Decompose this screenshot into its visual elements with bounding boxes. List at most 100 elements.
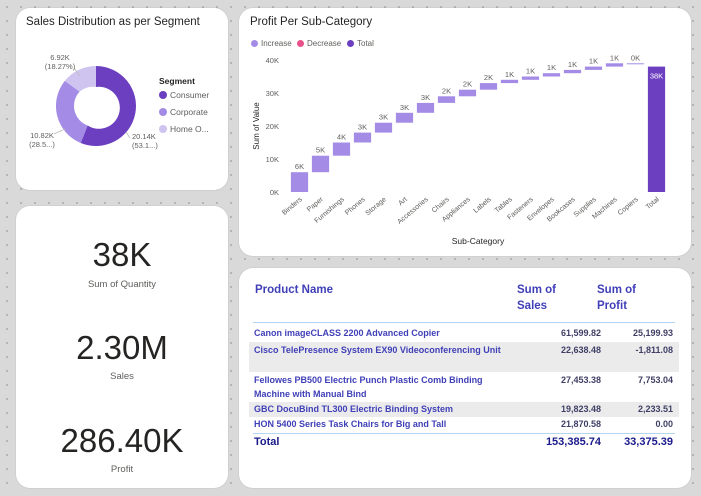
- legend-item-corporate[interactable]: Corporate: [159, 107, 208, 117]
- table-row[interactable]: Canon imageCLASS 2200 Advanced Copier 61…: [249, 325, 679, 341]
- legend-item-home-office[interactable]: Home O...: [159, 124, 209, 134]
- bar-data-label: 4K: [337, 133, 346, 142]
- sales-cell: 19,823.48: [560, 404, 601, 414]
- header-divider: [253, 322, 675, 323]
- product-name-cell: Cisco TelePresence System EX90 Videoconf…: [254, 345, 501, 355]
- legend-item-consumer[interactable]: Consumer: [159, 90, 209, 100]
- legend-label: Home O...: [170, 124, 209, 134]
- sales-cell: 61,599.82: [560, 328, 601, 338]
- corporate-dot-icon: [159, 108, 167, 116]
- bar-data-label: 1K: [505, 70, 514, 79]
- leader-line-consumer: [125, 131, 131, 139]
- bar-data-label: 3K: [400, 103, 409, 112]
- y-tick-label: 10K: [266, 155, 279, 164]
- donut-slice-corporate[interactable]: [55, 80, 88, 143]
- column-header-product[interactable]: Product Name: [255, 282, 333, 298]
- x-tick-label: Phones: [344, 196, 367, 217]
- x-tick-label: Binders: [281, 196, 304, 217]
- product-name-cell: GBC DocuBind TL300 Electric Binding Syst…: [254, 404, 454, 414]
- waterfall-bar[interactable]: [647, 66, 666, 192]
- waterfall-bar[interactable]: [584, 66, 603, 70]
- bar-data-label: 2K: [442, 86, 451, 95]
- waterfall-bar[interactable]: [479, 83, 498, 90]
- slice-label-corporate-pct: (28.5...): [29, 140, 55, 149]
- segment-legend-title: Segment: [159, 76, 195, 86]
- bar-data-label: 0K: [631, 53, 640, 62]
- waterfall-bar[interactable]: [332, 142, 351, 156]
- bar-data-label: 3K: [358, 123, 367, 132]
- sales-kpi-value: 2.30M: [76, 329, 168, 366]
- slice-label-home-pct: (18.27%): [45, 62, 76, 71]
- bar-data-label: 2K: [484, 73, 493, 82]
- slice-label-corporate-value: 10.82K: [30, 131, 54, 140]
- y-tick-label: 30K: [266, 89, 279, 98]
- bar-data-label: 1K: [589, 57, 598, 66]
- total-profit: 33,375.39: [624, 436, 673, 448]
- bar-data-label: 1K: [568, 60, 577, 69]
- home-office-dot-icon: [159, 125, 167, 133]
- quantity-kpi-value: 38K: [92, 236, 152, 273]
- bar-data-label: 1K: [610, 53, 619, 62]
- waterfall-bar[interactable]: [290, 172, 309, 192]
- sales-cell: 27,453.38: [560, 375, 601, 385]
- x-tick-label: Copiers: [617, 196, 640, 217]
- table-row[interactable]: GBC DocuBind TL300 Electric Binding Syst…: [249, 402, 679, 417]
- leader-line-corporate: [53, 128, 66, 135]
- table-row[interactable]: Cisco TelePresence System EX90 Videoconf…: [249, 342, 679, 372]
- x-tick-label: Art: [397, 196, 408, 207]
- product-name-cell: HON 5400 Series Task Chairs for Big and …: [254, 419, 447, 429]
- column-header-sales[interactable]: Sum of Sales: [517, 282, 577, 314]
- waterfall-bar[interactable]: [563, 69, 582, 74]
- table-row[interactable]: HON 5400 Series Task Chairs for Big and …: [249, 417, 679, 432]
- profit-kpi-label: Profit: [110, 464, 134, 475]
- profit-cell: 7,753.04: [637, 375, 673, 385]
- waterfall-bar[interactable]: [416, 102, 435, 113]
- profit-cell: 0.00: [655, 419, 673, 429]
- kpi-card: 38K Sum of Quantity 2.30M Sales 286.40K …: [16, 206, 228, 488]
- waterfall-bar[interactable]: [542, 73, 561, 77]
- bar-data-label: 3K: [379, 113, 388, 122]
- bar-data-label: 5K: [316, 146, 325, 155]
- waterfall-bar[interactable]: [500, 79, 519, 84]
- waterfall-bar[interactable]: [605, 63, 624, 67]
- slice-label-consumer-pct: (53.1...): [132, 141, 158, 150]
- product-table-card[interactable]: Product Name Sum of Sales Sum of Profit …: [239, 268, 691, 488]
- y-tick-label: 20K: [266, 122, 279, 131]
- profit-per-subcategory-card[interactable]: Profit Per Sub-Category Increase Decreas…: [239, 8, 691, 256]
- profit-cell: 25,199.93: [632, 328, 673, 338]
- slice-label-consumer-value: 20.14K: [132, 132, 156, 141]
- bar-data-label: 6K: [295, 162, 304, 171]
- y-tick-label: 0K: [270, 188, 279, 197]
- bar-data-label: 1K: [526, 67, 535, 76]
- waterfall-bar[interactable]: [626, 63, 645, 65]
- waterfall-bar[interactable]: [374, 122, 393, 133]
- total-sales: 153,385.74: [545, 436, 601, 448]
- waterfall-bar[interactable]: [395, 112, 414, 123]
- product-name-cell: Canon imageCLASS 2200 Advanced Copier: [254, 328, 440, 338]
- profit-kpi-value: 286.40K: [60, 422, 184, 459]
- waterfall-chart: 0K 10K 20K 30K 40K Sum of Value Sub-Category 6K…: [252, 53, 666, 246]
- x-tick-label: Total: [645, 196, 661, 211]
- waterfall-bar[interactable]: [311, 155, 330, 173]
- waterfall-bar[interactable]: [353, 132, 372, 143]
- waterfall-bar[interactable]: [437, 96, 456, 103]
- bar-data-label: 38K: [650, 72, 663, 81]
- profit-cell: -1,811.08: [635, 345, 673, 355]
- sales-distribution-card[interactable]: Sales Distribution as per Segment 6.92K …: [16, 8, 228, 190]
- sales-kpi-label: Sales: [110, 371, 134, 382]
- x-tick-label: Labels: [472, 196, 493, 215]
- legend-label: Corporate: [170, 107, 208, 117]
- consumer-dot-icon: [159, 91, 167, 99]
- x-axis-label: Sub-Category: [452, 236, 505, 246]
- product-name-cell: Fellowes PB500 Electric Punch Plastic Co…: [254, 375, 483, 399]
- y-axis-label: Sum of Value: [252, 102, 261, 150]
- column-header-profit[interactable]: Sum of Profit: [597, 282, 657, 314]
- sales-cell: 22,638.48: [560, 345, 601, 355]
- waterfall-bar[interactable]: [458, 89, 477, 97]
- slice-label-home-value: 6.92K: [50, 53, 70, 62]
- profit-cell: 2,233.51: [637, 404, 673, 414]
- y-tick-label: 40K: [266, 56, 279, 65]
- bar-data-label: 2K: [463, 80, 472, 89]
- table-row[interactable]: Fellowes PB500 Electric Punch Plastic Co…: [249, 372, 679, 402]
- waterfall-bar[interactable]: [521, 76, 540, 80]
